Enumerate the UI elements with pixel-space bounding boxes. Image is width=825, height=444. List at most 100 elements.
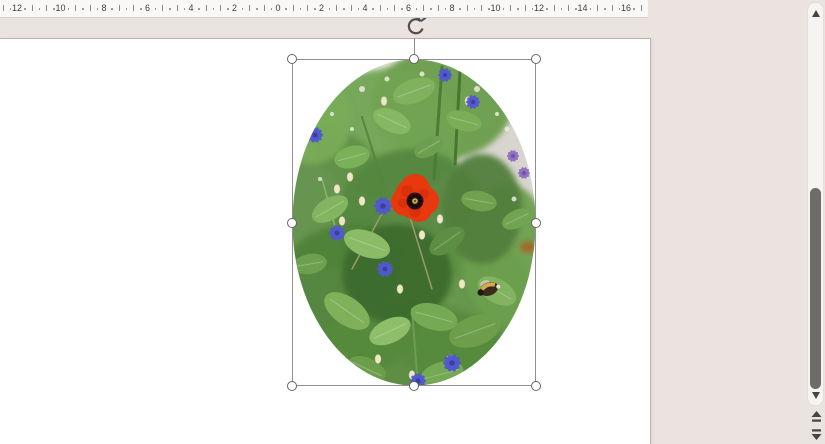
ruler-tick — [264, 5, 265, 11]
resize-handle-bottom-center[interactable] — [409, 381, 419, 391]
ruler-tick — [517, 8, 519, 10]
resize-handle-top-left[interactable] — [287, 54, 297, 64]
ruler-tick — [133, 5, 134, 11]
ruler-tick — [481, 5, 482, 11]
ruler-tick — [503, 8, 505, 10]
selection-outline — [292, 59, 536, 386]
ruler-tick — [3, 5, 4, 11]
scrollbar-track[interactable] — [807, 2, 824, 406]
ruler-tick — [438, 5, 439, 11]
scroll-up-icon — [812, 10, 820, 17]
ruler-tick — [46, 5, 47, 11]
ruler-tick — [387, 8, 389, 10]
ruler-number: 14 — [577, 3, 587, 14]
ruler-tick — [32, 5, 33, 11]
ruler-number: 6 — [406, 3, 411, 14]
ruler-tick — [336, 5, 337, 11]
ruler-tick — [119, 5, 120, 11]
scroll-up-button[interactable] — [808, 6, 823, 20]
resize-handle-bottom-right[interactable] — [531, 381, 541, 391]
ruler-tick — [242, 8, 244, 10]
ruler-number: 8 — [449, 3, 454, 14]
ruler-tick — [220, 5, 221, 11]
ruler-tick — [155, 8, 157, 10]
ruler-number: 6 — [145, 3, 150, 14]
ruler-tick — [467, 5, 468, 11]
ruler-tick — [372, 8, 374, 10]
resize-handle-top-right[interactable] — [531, 54, 541, 64]
ruler-tick — [68, 8, 70, 10]
ruler-tick — [24, 8, 26, 10]
ruler-tick — [256, 8, 258, 10]
ruler-tick — [343, 8, 345, 10]
previous-page-icon — [810, 410, 823, 424]
ruler-tick — [53, 8, 55, 10]
ruler-tick — [488, 8, 490, 10]
ruler-number: 16 — [621, 3, 631, 14]
horizontal-ruler[interactable]: 121086420246810121416 — [0, 0, 648, 18]
previous-page-button[interactable] — [809, 409, 823, 425]
ruler-tick — [271, 8, 273, 10]
ruler-tick — [162, 5, 163, 11]
ruler-number: 8 — [101, 3, 106, 14]
vertical-scrollbar[interactable] — [806, 0, 825, 443]
ruler-tick — [525, 5, 526, 11]
resize-handle-middle-right[interactable] — [531, 218, 541, 228]
ruler-tick — [206, 5, 207, 11]
ruler-tick — [430, 8, 432, 10]
ruler-tick — [510, 5, 511, 11]
ruler-number: 4 — [362, 3, 367, 14]
ruler-tick — [416, 8, 418, 10]
ruler-tick — [169, 8, 171, 10]
ruler-tick — [546, 8, 548, 10]
ruler-tick — [213, 8, 215, 10]
resize-handle-bottom-left[interactable] — [287, 381, 297, 391]
ruler-tick — [97, 8, 99, 10]
ruler-tick — [227, 8, 229, 10]
ruler-tick — [314, 8, 316, 10]
ruler-tick — [90, 5, 91, 11]
ruler-tick — [358, 8, 360, 10]
ruler-number: 10 — [490, 3, 500, 14]
ruler-tick — [641, 5, 642, 11]
ruler-tick — [300, 8, 302, 10]
scroll-down-button[interactable] — [808, 388, 823, 402]
ruler-tick — [633, 8, 635, 10]
ruler-tick — [140, 8, 142, 10]
ruler-tick — [423, 5, 424, 11]
ruler-tick — [612, 5, 613, 11]
scroll-down-icon — [812, 392, 820, 399]
ruler-tick — [568, 5, 569, 11]
ruler-tick — [126, 8, 128, 10]
ruler-tick — [459, 8, 461, 10]
ruler-tick — [351, 5, 352, 11]
ruler-tick — [75, 5, 76, 11]
ruler-tick — [39, 8, 41, 10]
ruler-number: 12 — [12, 3, 22, 14]
next-page-button[interactable] — [809, 426, 823, 442]
resize-handle-top-center[interactable] — [409, 54, 419, 64]
ruler-tick — [474, 8, 476, 10]
ruler-tick — [285, 8, 287, 10]
ruler-number: 2 — [319, 3, 324, 14]
ruler-number: 10 — [55, 3, 65, 14]
ruler-tick — [604, 8, 606, 10]
ruler-tick — [597, 5, 598, 11]
rotate-handle-icon[interactable] — [402, 15, 428, 37]
ruler-tick — [184, 8, 186, 10]
scrollbar-thumb[interactable] — [810, 188, 821, 389]
ruler-tick — [293, 5, 294, 11]
ruler-tick — [329, 8, 331, 10]
ruler-tick — [561, 8, 563, 10]
ruler-tick — [401, 8, 403, 10]
ruler-number: 2 — [232, 3, 237, 14]
ruler-tick — [307, 5, 308, 11]
ruler-number: 12 — [534, 3, 544, 14]
next-page-icon — [810, 427, 823, 441]
ruler-tick — [554, 5, 555, 11]
ruler-tick — [445, 8, 447, 10]
ruler-tick — [394, 5, 395, 11]
ruler-tick — [111, 8, 113, 10]
ruler-tick — [380, 5, 381, 11]
resize-handle-middle-left[interactable] — [287, 218, 297, 228]
